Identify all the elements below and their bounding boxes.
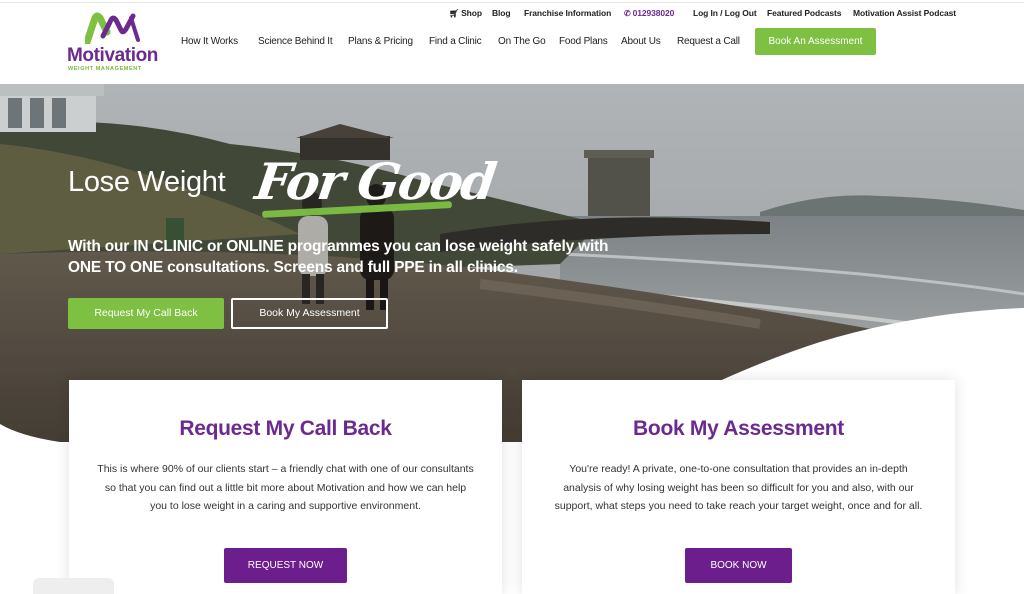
hero-title: Lose Weight <box>68 166 226 198</box>
nav-on-the-go[interactable]: On The Go <box>498 36 546 47</box>
nav-about-us[interactable]: About Us <box>621 36 661 47</box>
book-my-assessment-button[interactable]: Book My Assessment <box>231 298 388 329</box>
card-body: You're ready! A private, one-to-one cons… <box>554 463 923 512</box>
blog-link[interactable]: Blog <box>492 8 511 18</box>
assist-podcast-link[interactable]: Motivation Assist Podcast <box>853 8 956 18</box>
request-now-button[interactable]: REQUEST NOW <box>224 548 347 583</box>
request-callback-card: Request My Call Back This is where 90% o… <box>69 380 502 594</box>
phone-link[interactable]: ✆ 012938020 <box>624 8 674 18</box>
podcasts-link[interactable]: Featured Podcasts <box>767 8 841 18</box>
nav-food-plans[interactable]: Food Plans <box>559 36 608 47</box>
phone-icon: ✆ <box>624 9 631 18</box>
logo-tagline: WEIGHT MANAGEMENT <box>68 66 142 72</box>
nav-plans-pricing[interactable]: Plans & Pricing <box>348 36 413 47</box>
cart-icon: 🛒︎ <box>449 9 460 18</box>
franchise-link[interactable]: Franchise Information <box>524 8 611 18</box>
logo-wordmark: Motivation <box>67 45 158 66</box>
nav-request-call[interactable]: Request a Call <box>677 36 740 47</box>
request-call-back-button[interactable]: Request My Call Back <box>68 298 224 329</box>
nav-how-it-works[interactable]: How It Works <box>181 36 238 47</box>
card-title: Book My Assessment <box>633 417 844 440</box>
card-title: Request My Call Back <box>179 417 392 440</box>
site-logo[interactable]: Motivation WEIGHT MANAGEMENT <box>67 12 163 74</box>
card-body: This is where 90% of our clients start –… <box>97 463 474 512</box>
logo-mark-icon <box>85 12 140 44</box>
nav-find-clinic[interactable]: Find a Clinic <box>429 36 482 47</box>
bottom-corner-tab[interactable] <box>33 578 114 594</box>
hero-subtitle: With our IN CLINIC or ONLINE programmes … <box>68 238 609 276</box>
book-assessment-button[interactable]: Book An Assessment <box>755 28 876 55</box>
book-now-button[interactable]: BOOK NOW <box>685 548 792 583</box>
book-assessment-card: Book My Assessment You're ready! A priva… <box>522 380 955 594</box>
nav-science[interactable]: Science Behind It <box>258 36 333 47</box>
hero-script-text: For Good <box>251 152 499 211</box>
shop-link[interactable]: 🛒︎ Shop <box>449 8 482 18</box>
login-link[interactable]: Log In / Log Out <box>693 8 757 18</box>
